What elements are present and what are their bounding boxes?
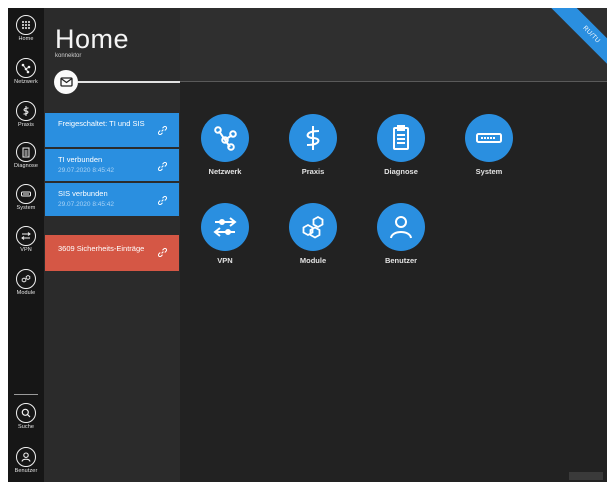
rail-label-praxis: Praxis — [18, 122, 34, 128]
tile-module[interactable]: Module — [281, 203, 345, 265]
tile-vpn[interactable]: VPN — [193, 203, 257, 265]
hexagons-icon — [16, 269, 36, 289]
server-icon — [465, 114, 513, 162]
rail-divider — [14, 394, 38, 395]
mail-divider — [78, 81, 180, 83]
tile-label: Benutzer — [384, 256, 418, 265]
rail-label-system: System — [16, 205, 36, 211]
tile-benutzer[interactable]: Benutzer — [369, 203, 433, 265]
network-icon — [201, 114, 249, 162]
tile-label: Praxis — [301, 167, 325, 176]
server-icon — [16, 184, 36, 204]
rail-label-vpn: VPN — [20, 247, 32, 253]
rail-item-suche[interactable]: Suche — [8, 403, 44, 431]
sidebar-panel: Home konnektor Freigeschaltet: TI und SI… — [44, 8, 180, 482]
status-card-ti-verbunden[interactable]: TI verbunden 29.07.2020 8:45:42 — [45, 149, 179, 181]
caduceus-icon — [16, 101, 36, 121]
mail-icon — [59, 77, 73, 87]
rail-label-diagnose: Diagnose — [13, 163, 39, 169]
card-timestamp: 29.07.2020 8:45:42 — [58, 167, 115, 174]
link-icon — [158, 162, 167, 171]
main-header-divider — [180, 81, 607, 82]
rail-label-module: Module — [16, 290, 36, 296]
tile-diagnose[interactable]: Diagnose — [369, 114, 433, 176]
page-title: Home — [55, 24, 130, 54]
rail-label-home: Home — [18, 36, 34, 42]
tile-label: System — [475, 167, 503, 176]
card-title: Freigeschaltet: TI und SIS — [58, 119, 145, 128]
tile-praxis[interactable]: Praxis — [281, 114, 345, 176]
card-title: TI verbunden — [58, 155, 103, 164]
tile-label: VPN — [217, 256, 233, 265]
grid-icon — [16, 15, 36, 35]
corner-ribbon: RU/TU — [543, 8, 607, 72]
caduceus-icon — [289, 114, 337, 162]
mail-button[interactable] — [54, 70, 78, 94]
corner-mark — [569, 472, 603, 480]
vpn-icon — [201, 203, 249, 251]
icon-rail: Home Netzwerk Praxis Diagnose System VPN… — [8, 8, 44, 482]
link-icon — [158, 126, 167, 135]
rail-item-module[interactable]: Module — [8, 269, 44, 297]
rail-item-system[interactable]: System — [8, 184, 44, 212]
network-icon — [16, 58, 36, 78]
app-window: Home Netzwerk Praxis Diagnose System VPN… — [0, 0, 607, 482]
user-icon — [16, 447, 36, 467]
ribbon-label: RU/TU — [550, 8, 607, 72]
clipboard-icon — [16, 142, 36, 162]
user-icon — [377, 203, 425, 251]
status-card-sicherheits-eintraege[interactable]: 3609 Sicherheits-Einträge — [45, 235, 179, 271]
status-card-freigeschaltet[interactable]: Freigeschaltet: TI und SIS — [45, 113, 179, 147]
status-card-sis-verbunden[interactable]: SIS verbunden 29.07.2020 8:45:42 — [45, 183, 179, 216]
card-timestamp: 29.07.2020 8:45:42 — [58, 201, 115, 208]
tile-label: Diagnose — [384, 167, 418, 176]
rail-item-home[interactable]: Home — [8, 15, 44, 43]
rail-item-praxis[interactable]: Praxis — [8, 101, 44, 129]
rail-label-benutzer: Benutzer — [14, 468, 38, 474]
tile-system[interactable]: System — [457, 114, 521, 176]
rail-label-suche: Suche — [17, 424, 35, 430]
hexagons-icon — [289, 203, 337, 251]
rail-item-netzwerk[interactable]: Netzwerk — [8, 58, 44, 86]
page-subtitle: konnektor — [55, 53, 82, 59]
tile-label: Netzwerk — [208, 167, 242, 176]
clipboard-icon — [377, 114, 425, 162]
tile-netzwerk[interactable]: Netzwerk — [193, 114, 257, 176]
vpn-icon — [16, 226, 36, 246]
rail-item-vpn[interactable]: VPN — [8, 226, 44, 254]
rail-label-netzwerk: Netzwerk — [14, 79, 38, 85]
rail-item-benutzer[interactable]: Benutzer — [8, 447, 44, 475]
main-area: RU/TU Netzwerk Praxis Diagnose System VP… — [180, 8, 607, 482]
link-icon — [158, 196, 167, 205]
tile-label: Module — [299, 256, 327, 265]
search-icon — [16, 403, 36, 423]
rail-item-diagnose[interactable]: Diagnose — [8, 142, 44, 170]
card-title: 3609 Sicherheits-Einträge — [58, 244, 145, 253]
card-title: SIS verbunden — [58, 189, 108, 198]
link-icon — [158, 248, 167, 257]
